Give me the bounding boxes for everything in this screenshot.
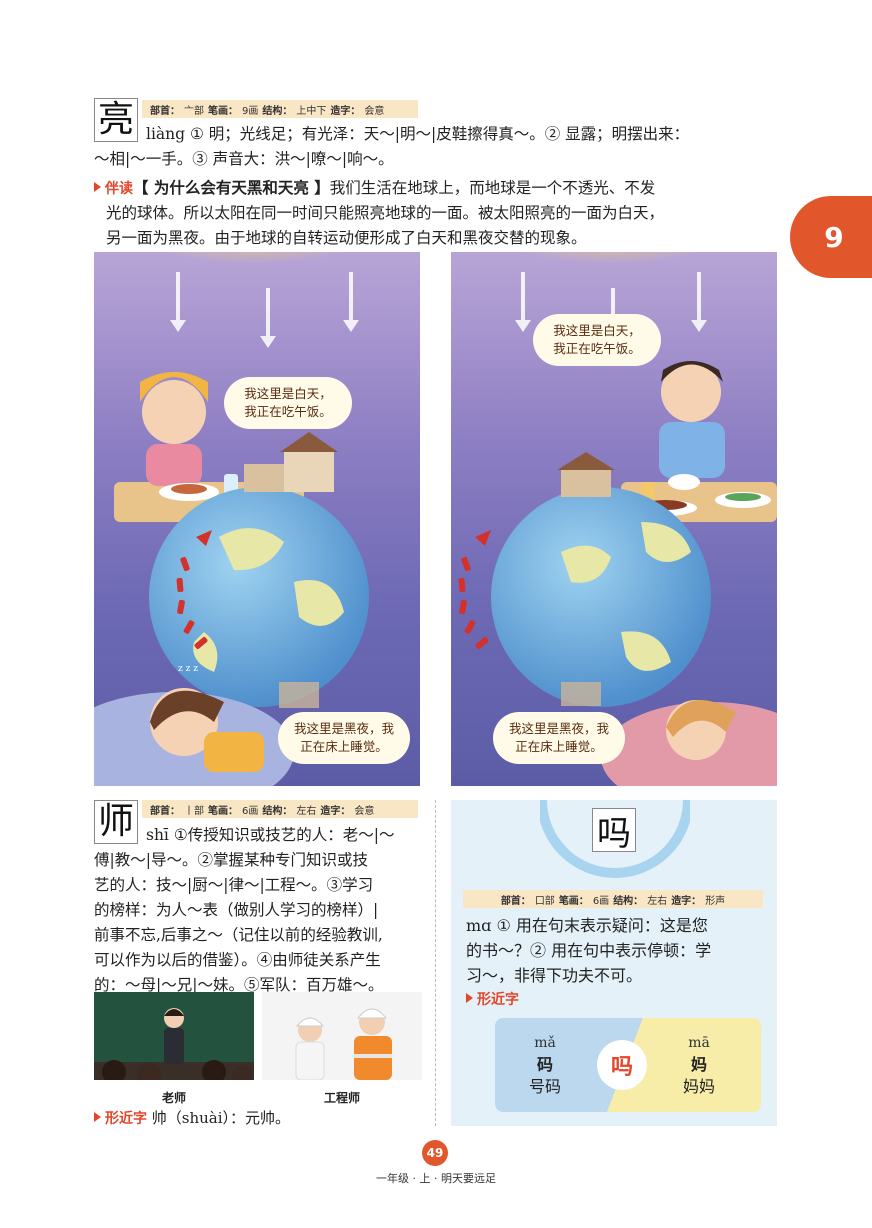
compare-left-char: 码 (536, 1055, 553, 1074)
bubble-day-left-line1: 我这里是白天， (244, 386, 332, 401)
illustration-left: 我这里是白天， 我正在吃午饭。 我这里是黑夜，我 正在床上睡觉。 z z z (94, 252, 420, 786)
speech-bubble-day-left: 我这里是白天， 我正在吃午饭。 (224, 377, 352, 429)
meta-bar-shi: 部首： 丨部 笔画： 6画 结构： 左右 造字： 会意 (142, 800, 418, 818)
triangle-marker-icon (94, 1112, 101, 1122)
definition-shi-line1: shī ①传授知识或技艺的人：老～|～ (146, 826, 395, 844)
definition-shi-line2: 傅|教～|导～。②掌握某种专门知识或技 (94, 851, 368, 869)
triangle-marker-icon (466, 993, 473, 1003)
bubble-day-right-line1: 我这里是白天， (553, 323, 641, 338)
bubble-night-right-line1: 我这里是黑夜，我 (508, 721, 609, 736)
compare-box: mǎ 码 号码 吗 mā 妈 妈妈 (495, 1018, 761, 1112)
lesson-badge: 9 (790, 196, 872, 278)
similar-ma-label: 形近字 (477, 992, 519, 1008)
caption-engineer: 工程师 (323, 1091, 360, 1105)
compare-right-char: 妈 (690, 1055, 707, 1074)
similar-shi: 形近字 帅（shuài）：元帅。 (94, 1106, 290, 1131)
definition-shi-line4: 的榜样：为人～表（做别人学习的榜样）| (94, 901, 379, 919)
reading-line3: 另一面为黑夜。由于地球的自转运动便形成了白天和黑夜交替的现象。 (106, 229, 587, 247)
definition-shi-line3: 艺的人：技～|厨～|律～|工程～。③学习 (94, 876, 374, 894)
page-number: 49 (422, 1140, 448, 1166)
illustration-left-art (94, 252, 400, 786)
char-box-shi: 师 (94, 800, 138, 844)
headword-shi: 师 (97, 801, 134, 842)
bubble-night-left-line2: 正在床上睡觉。 (300, 739, 388, 754)
photo-teacher (94, 992, 254, 1080)
caption-teacher: 老师 (161, 1091, 186, 1105)
reading-line1-text: 我们生活在地球上，而地球是一个不透光、不发 (329, 179, 656, 197)
bubble-day-left-line2: 我正在吃午饭。 (244, 404, 332, 419)
similar-shi-label: 形近字 (105, 1111, 147, 1127)
compare-left: mǎ 码 号码 (517, 1032, 573, 1098)
speech-bubble-night-left: 我这里是黑夜，我 正在床上睡觉。 (278, 712, 410, 764)
bubble-night-right-line2: 正在床上睡觉。 (515, 739, 603, 754)
compare-right: mā 妈 妈妈 (669, 1032, 729, 1098)
similar-shi-text: 帅（shuài）：元帅。 (151, 1109, 291, 1127)
definition-ma-line2: 的书～？② 用在句中表示停顿：学 (466, 941, 712, 960)
definition-liang-line2: ～相|～一手。③ 声音大：洪～|嘹～|响～。 (94, 150, 394, 168)
illustration-right: 我这里是白天， 我正在吃午饭。 我这里是黑夜，我 正在床上睡觉。 (451, 252, 777, 786)
definition-shi-line6: 可以作为以后的借鉴）。④由师徒关系产生 (94, 951, 381, 969)
meta-bar-ma: 部首： 口部 笔画： 6画 结构： 左右 造字： 形声 (463, 890, 763, 908)
compare-left-pinyin: mǎ (534, 1035, 556, 1051)
definition-ma-line1: mɑ ① 用在句末表示疑问：这是您 (466, 916, 708, 935)
reading-line2: 光的球体。所以太阳在同一时间只能照亮地球的一面。被太阳照亮的一面为白天， (106, 204, 665, 222)
headword-liang: 亮 (97, 99, 134, 140)
compare-center: 吗 (597, 1040, 647, 1090)
definition-liang-line1: liàng ① 明；光线足；有光泽：天～|明～|皮鞋擦得真～。② 显露；明摆出来… (146, 125, 690, 143)
photo-engineer (262, 992, 422, 1080)
meta-bar-liang: 部首： 亠部 笔画： 9画 结构： 上中下 造字： 会意 (142, 100, 418, 118)
speech-bubble-night-right: 我这里是黑夜，我 正在床上睡觉。 (493, 712, 625, 764)
reading-label: 伴读 (105, 181, 133, 197)
reading-line1: 伴读【 为什么会有天黑和天亮 】我们生活在地球上，而地球是一个不透光、不发 (94, 176, 655, 201)
bubble-night-left-line1: 我这里是黑夜，我 (293, 721, 394, 736)
zzz-text: z z z (178, 664, 198, 674)
triangle-marker-icon (94, 182, 101, 192)
similar-ma: 形近字 (466, 988, 519, 1012)
definition-ma-line3: 习～，非得下功夫不可。 (466, 966, 643, 985)
speech-bubble-day-right: 我这里是白天， 我正在吃午饭。 (533, 314, 661, 366)
compare-right-word: 妈妈 (682, 1077, 715, 1096)
photo-teacher-art (94, 992, 254, 1080)
char-box-liang: 亮 (94, 98, 138, 142)
column-divider (435, 800, 436, 1126)
photo-engineer-art (262, 992, 422, 1080)
bubble-day-right-line2: 我正在吃午饭。 (553, 341, 641, 356)
headword-ma: 吗 (597, 813, 631, 854)
reading-title: 【 为什么会有天黑和天亮 】 (133, 179, 330, 197)
compare-right-pinyin: mā (688, 1035, 710, 1051)
footer-book-title: 一年级 · 上 · 明天要远足 (376, 1172, 496, 1185)
char-box-ma: 吗 (592, 808, 636, 854)
compare-left-word: 号码 (528, 1077, 561, 1096)
definition-shi-line5: 前事不忘,后事之～（记住以前的经验教训, (94, 926, 383, 944)
